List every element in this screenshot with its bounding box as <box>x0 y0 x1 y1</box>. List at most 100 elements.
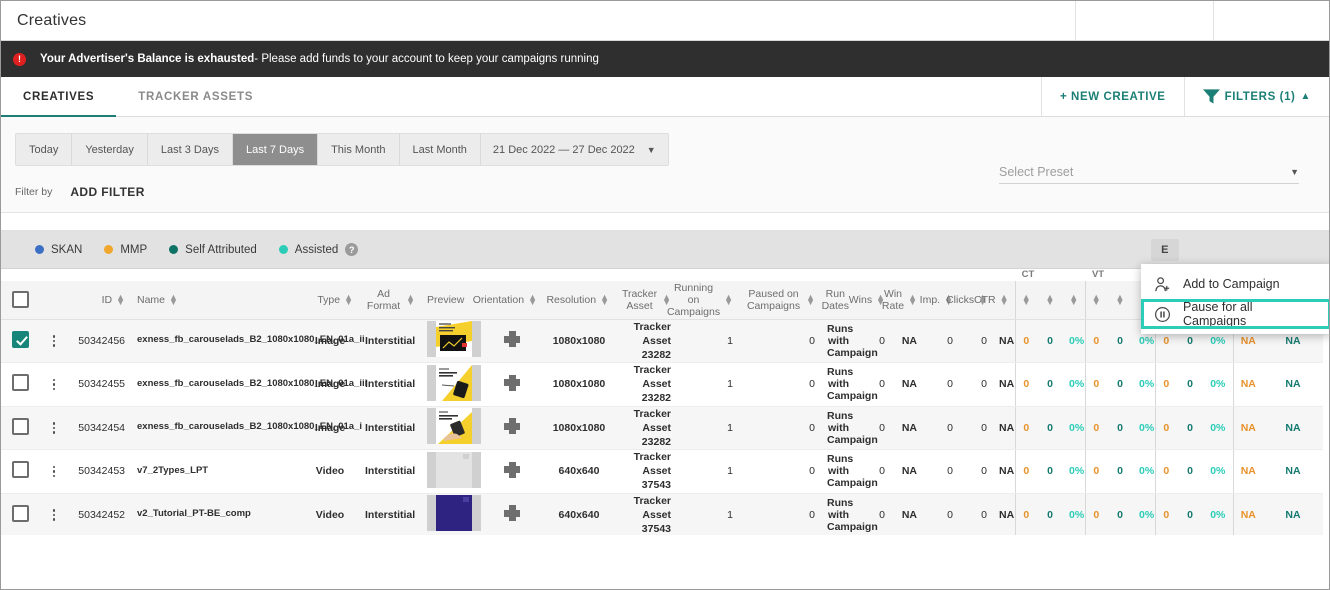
th-type[interactable]: Type ▲ ▼ <box>301 281 359 320</box>
row-checkbox[interactable] <box>11 417 29 435</box>
row-menu-button[interactable] <box>45 509 63 521</box>
sort-icon[interactable]: ▲▼ <box>1022 292 1031 306</box>
cell-vt-mmp: 0 <box>1084 493 1108 535</box>
row-menu-button[interactable] <box>45 378 63 391</box>
cell-vt-self: 0 <box>1107 493 1134 535</box>
preview-thumbnail[interactable] <box>427 451 481 488</box>
th-orientation[interactable]: Orientation ▲ ▼ <box>473 281 543 320</box>
th-label: Ad Format <box>366 287 401 312</box>
date-btn-yesterday[interactable]: Yesterday <box>72 134 148 165</box>
th-label: Name <box>137 293 166 306</box>
th-ct-1[interactable]: ▲ ▼ <box>1014 281 1037 320</box>
cell-total-mmp: 0 <box>1154 493 1178 535</box>
th-vt-2[interactable]: ▲ ▼ <box>1107 281 1134 320</box>
cell-vt-self: 0 <box>1107 449 1134 494</box>
date-btn-last-3-days[interactable]: Last 3 Days <box>148 134 233 165</box>
th-ad-format[interactable]: Ad Format ▲ ▼ <box>359 281 421 320</box>
th-paused-on-campaigns[interactable]: Paused on Campaigns ▲ ▼ <box>739 281 821 320</box>
cell-preview[interactable] <box>421 362 481 407</box>
th-resolution[interactable]: Resolution ▲ ▼ <box>543 281 615 320</box>
row-checkbox[interactable] <box>11 374 29 392</box>
th-name[interactable]: Name ▲ ▼ <box>131 281 259 320</box>
th-label: Preview <box>427 293 465 306</box>
cell-run-dates: Runs with Campaign <box>821 362 878 407</box>
new-creative-button[interactable]: + NEW CREATIVE <box>1040 77 1184 116</box>
cell-preview[interactable] <box>421 449 481 494</box>
preview-thumbnail[interactable] <box>427 408 481 445</box>
cell-vt-mmp: 0 <box>1084 406 1108 451</box>
th-ct-3[interactable]: ▲ ▼ <box>1063 281 1086 320</box>
sort-icon[interactable]: ▲▼ <box>908 292 917 306</box>
table-row[interactable]: 50342456 exness_fb_carouselads_B2_1080x10… <box>1 319 1323 364</box>
sort-icon[interactable]: ▲▼ <box>1116 292 1125 306</box>
preview-thumbnail[interactable] <box>427 495 481 532</box>
sort-icon[interactable]: ▲▼ <box>116 292 125 306</box>
select-preset-field[interactable]: Select Preset ▼ <box>999 165 1299 184</box>
table-row[interactable]: 50342454 exness_fb_carouselads_B2_1080x10… <box>1 406 1323 451</box>
sort-icon[interactable]: ▲▼ <box>806 292 815 306</box>
cell-imp: 0 <box>923 319 959 364</box>
date-btn-last-month[interactable]: Last Month <box>400 134 481 165</box>
date-btn-today[interactable]: Today <box>16 134 73 165</box>
sort-icon[interactable]: ▲▼ <box>1069 292 1078 306</box>
cell-tail-1: NA <box>1232 449 1264 494</box>
cell-ct-self: 0 <box>1037 493 1064 535</box>
row-checkbox[interactable] <box>11 504 29 522</box>
date-btn-last-7-days[interactable]: Last 7 Days <box>232 134 319 165</box>
cell-paused-on-campaigns: 0 <box>739 493 821 535</box>
edit-button[interactable]: E <box>1151 239 1179 261</box>
cell-resolution: 640x640 <box>543 493 615 535</box>
cell-tracker-asset: Tracker Asset 23282 <box>615 319 677 364</box>
cell-tail-2: NA <box>1263 406 1323 451</box>
cell-orientation <box>481 493 543 535</box>
tab-tracker-assets[interactable]: TRACKER ASSETS <box>116 77 275 116</box>
th-label: CTR <box>973 293 996 306</box>
cell-clicks: 0 <box>959 319 993 364</box>
row-checkbox[interactable] <box>11 461 29 479</box>
select-all-checkbox[interactable] <box>11 291 29 309</box>
preview-thumbnail[interactable] <box>427 364 481 401</box>
th-vt-1[interactable]: ▲ ▼ <box>1084 281 1108 320</box>
cell-preview[interactable] <box>421 406 481 451</box>
cell-preview[interactable] <box>421 319 481 364</box>
table-row[interactable]: 50342452 v2_Tutorial_PT-BE_comp Video Inter… <box>1 493 1323 535</box>
cell-vt-rate: 0% <box>1133 362 1156 407</box>
sort-icon[interactable]: ▲▼ <box>528 292 537 306</box>
th-id[interactable]: ID ▲ ▼ <box>69 281 131 320</box>
table-row[interactable]: 50342455 exness_fb_carouselads_B2_1080x10… <box>1 362 1323 407</box>
table-row[interactable]: 50342453 v7_2Types_LPT Video Interstitial 64… <box>1 449 1323 494</box>
th-label: Paused on Campaigns <box>746 287 801 312</box>
sort-icon[interactable]: ▲▼ <box>600 292 609 306</box>
cell-ad-format: Interstitial <box>359 493 421 535</box>
sort-icon[interactable]: ▲▼ <box>1046 292 1055 306</box>
sort-icon[interactable]: ▲▼ <box>1000 292 1009 306</box>
row-menu-button[interactable] <box>45 465 63 478</box>
th-label: Imp. <box>919 293 941 306</box>
cell-imp: 0 <box>923 362 959 407</box>
th-win-rate[interactable]: Win Rate ▲ ▼ <box>882 281 923 320</box>
sort-icon[interactable]: ▲▼ <box>724 292 733 306</box>
tab-creatives[interactable]: CREATIVES <box>1 77 117 117</box>
sort-icon[interactable]: ▲▼ <box>344 292 353 306</box>
help-icon[interactable]: ? <box>345 243 359 256</box>
row-checkbox[interactable] <box>11 330 29 348</box>
menu-item-pause-for-all-campaigns[interactable]: Pause for all Campaigns <box>1141 299 1329 329</box>
date-range-value[interactable]: 21 Dec 2022 — 27 Dec 2022 ▼ <box>480 134 668 165</box>
row-menu-button[interactable] <box>45 422 63 434</box>
cell-total-mmp: 0 <box>1154 449 1178 494</box>
sort-icon[interactable]: ▲▼ <box>1092 292 1101 306</box>
sort-icon[interactable]: ▲▼ <box>406 292 415 306</box>
th-running-on-campaigns[interactable]: Running on Campaigns ▲ ▼ <box>667 281 739 320</box>
sort-icon[interactable]: ▲▼ <box>169 292 178 306</box>
filters-button[interactable]: FILTERS (1) ▲ <box>1183 77 1329 116</box>
filters-label: FILTERS (1) <box>1224 90 1296 103</box>
row-menu-button[interactable] <box>45 335 63 347</box>
date-btn-this-month[interactable]: This Month <box>318 134 400 165</box>
th-ctr[interactable]: CTR ▲ ▼ <box>974 281 1015 320</box>
add-filter-button[interactable]: ADD FILTER <box>70 185 144 199</box>
preview-thumbnail[interactable] <box>427 321 481 358</box>
cell-select <box>1 362 39 407</box>
th-ct-2[interactable]: ▲ ▼ <box>1037 281 1064 320</box>
cell-preview[interactable] <box>421 493 481 535</box>
menu-item-add-to-campaign[interactable]: Add to Campaign <box>1141 269 1329 299</box>
